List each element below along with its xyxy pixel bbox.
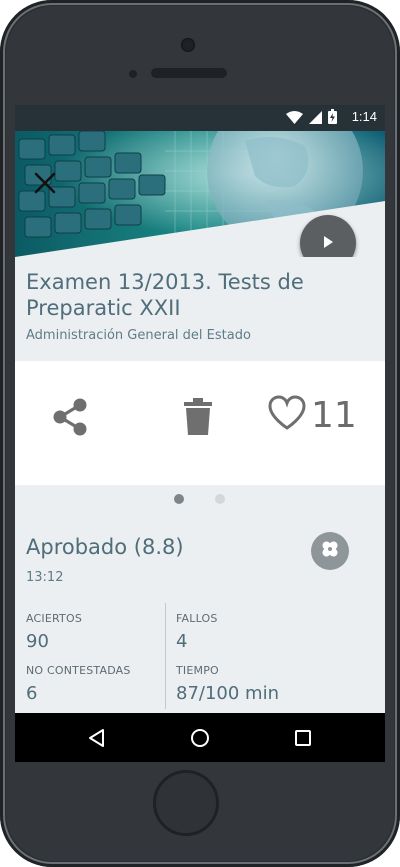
trash-icon[interactable]: [182, 397, 214, 437]
front-camera: [181, 38, 195, 52]
status-time: 1:14: [351, 109, 377, 124]
aciertos-label: ACIERTOS: [26, 612, 83, 625]
signal-icon: [309, 109, 322, 128]
proximity-sensor: [129, 70, 137, 78]
close-icon[interactable]: [33, 171, 57, 195]
exam-subtitle: Administración General del Estado: [26, 328, 251, 343]
page-indicator: [15, 491, 385, 507]
back-icon[interactable]: [86, 727, 108, 749]
heart-icon: [267, 395, 307, 435]
status-bar: 1:14: [15, 105, 385, 131]
share-icon[interactable]: [51, 397, 89, 437]
aciertos-value: 90: [26, 631, 49, 652]
play-icon: [321, 234, 335, 253]
earpiece-speaker: [151, 68, 227, 78]
stats-divider: [165, 603, 166, 709]
app-screen: 1:14 Examen 13/2013. Tests de Preparatic…: [15, 105, 385, 762]
result-stats: ACIERTOS 90 FALLOS 4 NO CONTESTADAS 6 TI…: [15, 603, 385, 713]
bandage-icon: [319, 538, 341, 564]
android-nav-bar: [15, 713, 385, 762]
fallos-value: 4: [176, 631, 188, 652]
no-contestadas-label: NO CONTESTADAS: [26, 664, 131, 677]
exam-header-image: [15, 131, 385, 257]
review-button[interactable]: [311, 532, 349, 570]
home-icon[interactable]: [189, 727, 211, 749]
exam-info: Examen 13/2013. Tests de Preparatic XXII…: [15, 257, 385, 361]
no-contestadas-value: 6: [26, 683, 38, 704]
hardware-home-button[interactable]: [153, 770, 219, 836]
wifi-icon: [286, 109, 303, 128]
result-status: Aprobado (8.8): [26, 535, 184, 559]
likes-count: 11: [311, 394, 357, 436]
page-dot-active[interactable]: [174, 494, 184, 504]
result-time: 13:12: [26, 570, 64, 585]
tiempo-label: TIEMPO: [176, 664, 219, 677]
action-bar: 11: [15, 361, 385, 485]
exam-title: Examen 13/2013. Tests de Preparatic XXII: [26, 270, 304, 320]
fallos-label: FALLOS: [176, 612, 218, 625]
recents-icon[interactable]: [292, 727, 314, 749]
tiempo-value: 87/100 min: [176, 683, 279, 704]
page-dot[interactable]: [215, 494, 225, 504]
status-icons: [286, 108, 337, 128]
like-button[interactable]: 11: [267, 393, 357, 437]
phone-frame: 1:14 Examen 13/2013. Tests de Preparatic…: [0, 0, 400, 867]
battery-icon: [328, 108, 337, 128]
